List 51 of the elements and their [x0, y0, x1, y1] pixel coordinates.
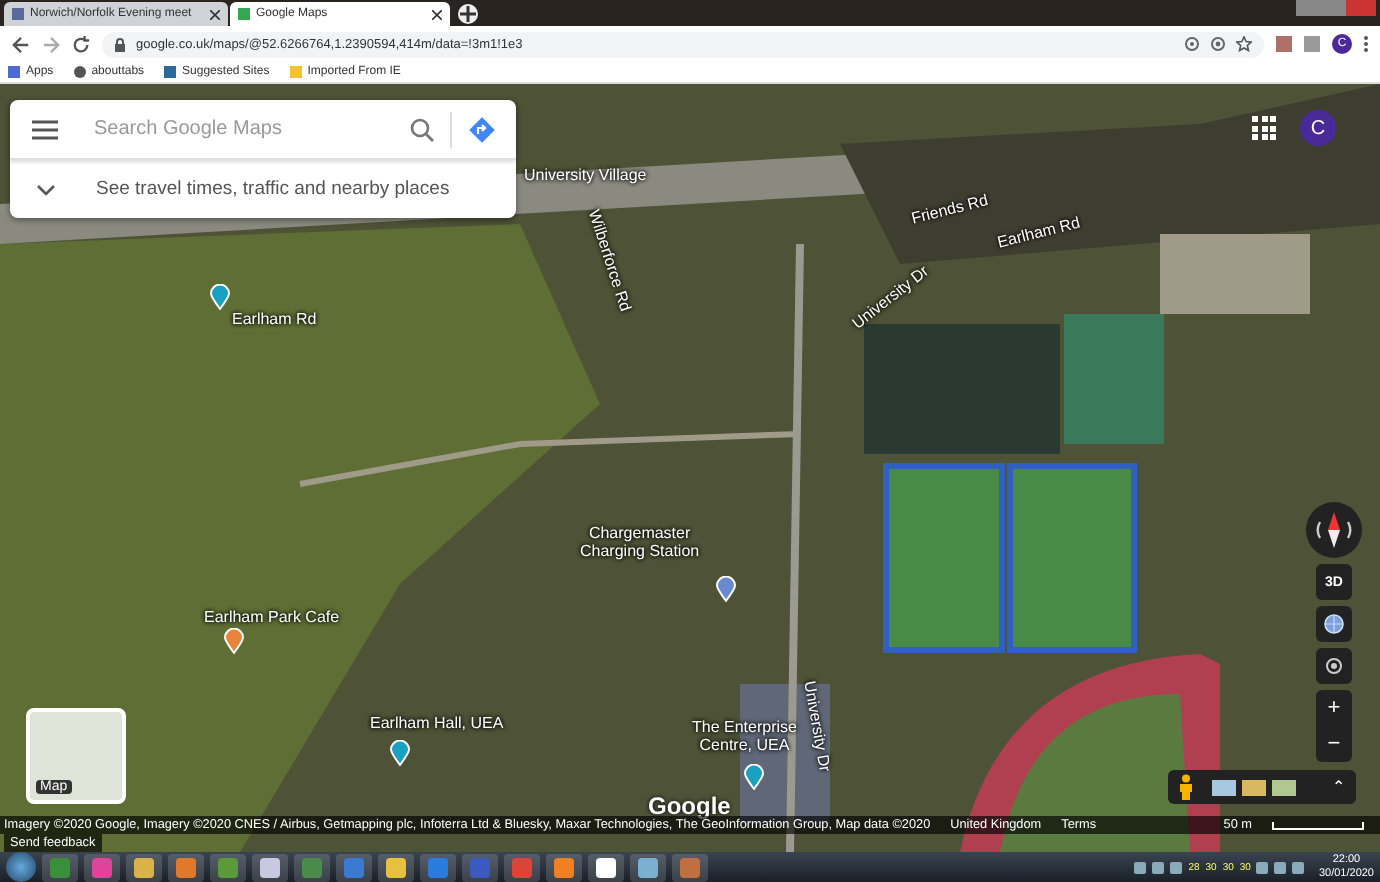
- map-label: Earlham Hall, UEA: [370, 716, 504, 734]
- travel-times-button[interactable]: See travel times, traffic and nearby places: [10, 160, 516, 218]
- layer-thumbnail[interactable]: [1242, 779, 1266, 795]
- map-label: University Village: [524, 168, 647, 186]
- layer-thumbnail[interactable]: [1212, 779, 1236, 795]
- bookmark-icon: [8, 66, 20, 78]
- bookmark-icon: [289, 66, 302, 78]
- layer-thumbnail[interactable]: [1272, 779, 1296, 795]
- menu-icon[interactable]: [32, 119, 58, 139]
- zoom-in-button[interactable]: +: [1316, 690, 1352, 726]
- new-tab-button[interactable]: [458, 4, 478, 24]
- taskbar-app-icon[interactable]: [378, 853, 414, 881]
- map-pin-icon[interactable]: [390, 740, 410, 766]
- taskbar-app-icon[interactable]: [588, 853, 624, 881]
- map-pin-icon[interactable]: [744, 764, 764, 790]
- bookmark-icon: [164, 66, 177, 78]
- apps-grid-icon[interactable]: [1252, 116, 1276, 140]
- expand-button[interactable]: ⌃: [1332, 778, 1346, 796]
- back-icon[interactable]: [12, 35, 30, 53]
- search-icon[interactable]: [410, 117, 434, 141]
- close-tab-icon[interactable]: [432, 9, 442, 19]
- star-icon[interactable]: [1236, 36, 1252, 52]
- map-pin-icon[interactable]: [716, 576, 736, 602]
- start-button[interactable]: [6, 852, 36, 882]
- pegman-icon[interactable]: [1178, 774, 1194, 800]
- lock-icon: [114, 37, 126, 51]
- taskbar-app-icon[interactable]: [252, 853, 288, 881]
- map-label: University Dr: [798, 680, 832, 774]
- map-pin-icon[interactable]: [210, 284, 230, 310]
- reload-icon[interactable]: [72, 35, 90, 53]
- close-tab-icon[interactable]: [210, 9, 220, 19]
- globe-icon[interactable]: [1316, 606, 1352, 642]
- map-label: Friends Rd: [910, 193, 991, 230]
- taskbar-app-icon[interactable]: [126, 853, 162, 881]
- map-label: Earlham Park Cafe: [204, 610, 340, 628]
- compass-icon[interactable]: [1306, 502, 1362, 558]
- map-label: Earlham Rd: [232, 312, 317, 330]
- search-field[interactable]: Search Google Maps: [74, 118, 394, 140]
- taskbar-app-icon[interactable]: [630, 853, 666, 881]
- my-location-icon[interactable]: [1316, 648, 1352, 684]
- tab-favicon-icon: [238, 8, 250, 20]
- zoom-out-button[interactable]: −: [1316, 726, 1352, 762]
- tab-favicon-icon: [12, 8, 24, 20]
- scale-bar: [1272, 821, 1364, 829]
- map-label: Chargemaster Charging Station: [580, 526, 700, 562]
- google-logo: Google: [648, 792, 731, 820]
- bookmark-icon: [73, 66, 86, 78]
- map-label: The Enterprise Centre, UEA: [692, 720, 797, 756]
- chevron-down-icon: [36, 183, 56, 195]
- map-label: Earlham Rd: [996, 215, 1083, 254]
- map-pin-icon[interactable]: [224, 628, 244, 654]
